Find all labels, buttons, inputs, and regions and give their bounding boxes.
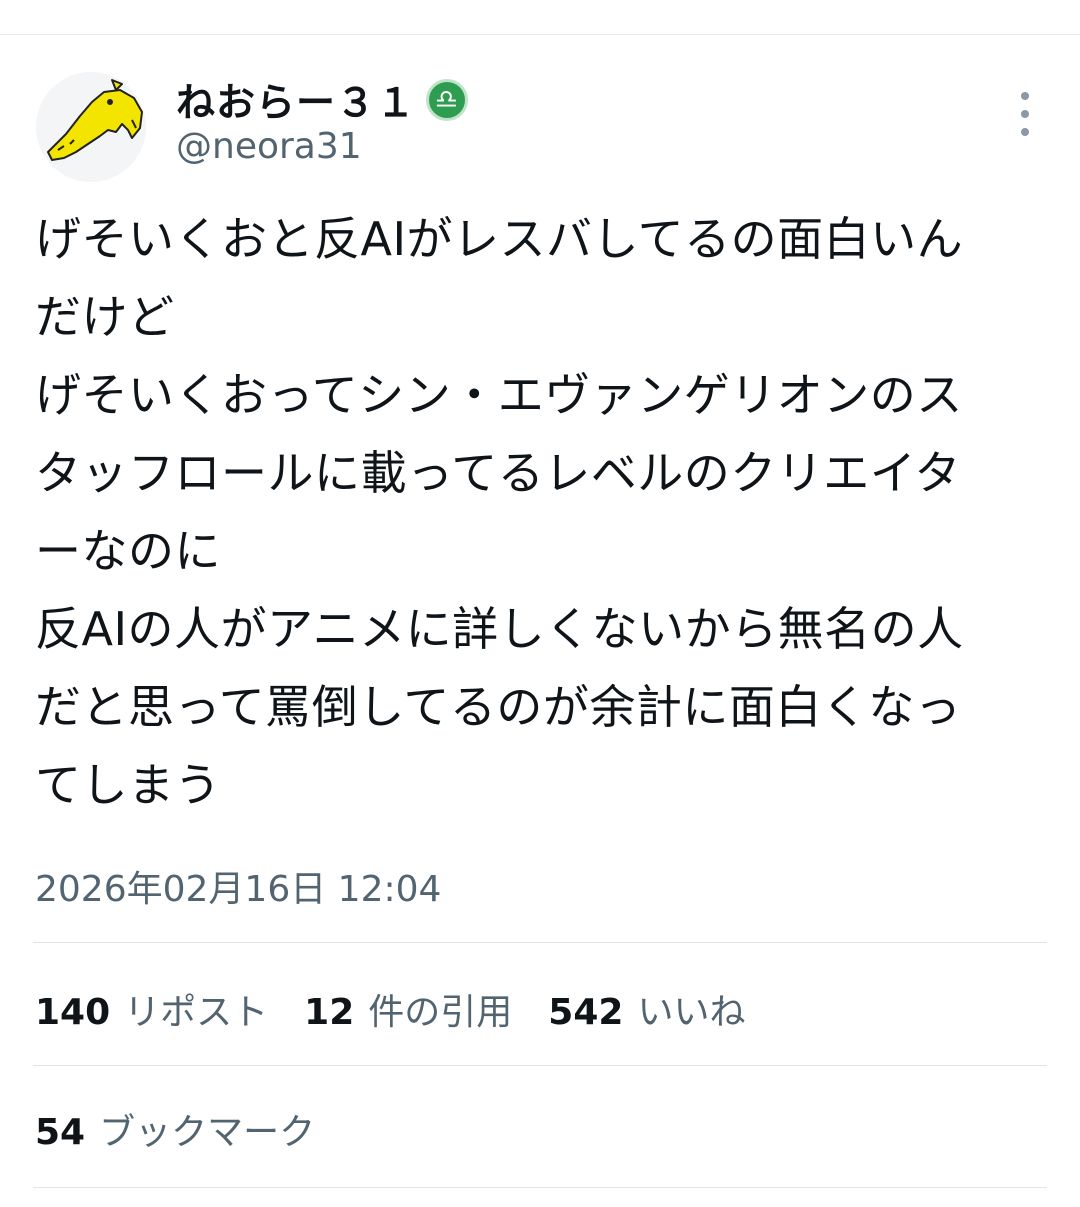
bookmarks-label: ブックマーク [99,1112,316,1153]
quotes-stat[interactable]: 12 件の引用 [304,983,512,1035]
author-display-name[interactable]: ねおらー３１ ♎ [176,74,469,126]
quotes-count: 12 [304,992,355,1033]
reposts-label: リポスト [124,992,269,1033]
more-dot [1021,128,1029,136]
divider [33,942,1047,943]
bookmarks-stat[interactable]: 54 ブックマーク [35,1103,315,1155]
avatar[interactable] [36,72,146,182]
more-dot [1021,92,1029,100]
author-handle[interactable]: @neora31 [176,126,362,167]
likes-stat[interactable]: 542 いいね [548,983,745,1035]
author-name-text: ねおらー３１ [176,81,417,126]
tweet-text: げそいくおと反AIがレスバしてるの面白いん だけど げそいくおってシン・エヴァン… [35,212,964,812]
divider [33,1065,1047,1066]
libra-icon: ♎ [426,79,469,121]
bookmarks-count: 54 [35,1112,86,1153]
likes-count: 542 [548,992,624,1033]
quotes-label: 件の引用 [368,992,513,1033]
yellow-dog-avatar-icon [36,72,146,182]
more-options-icon[interactable] [1008,92,1042,136]
tweet-timestamp[interactable]: 2026年02月16日 12:04 [35,860,441,912]
more-dot [1021,110,1029,118]
reposts-stat[interactable]: 140 リポスト [35,983,268,1035]
top-divider [0,34,1080,35]
reposts-count: 140 [35,992,111,1033]
divider [33,1187,1047,1188]
bookmarks-stat-row: 54 ブックマーク [35,1104,351,1154]
likes-label: いいね [637,992,746,1033]
engagement-stats: 140 リポスト 12 件の引用 542 いいね [35,984,781,1034]
